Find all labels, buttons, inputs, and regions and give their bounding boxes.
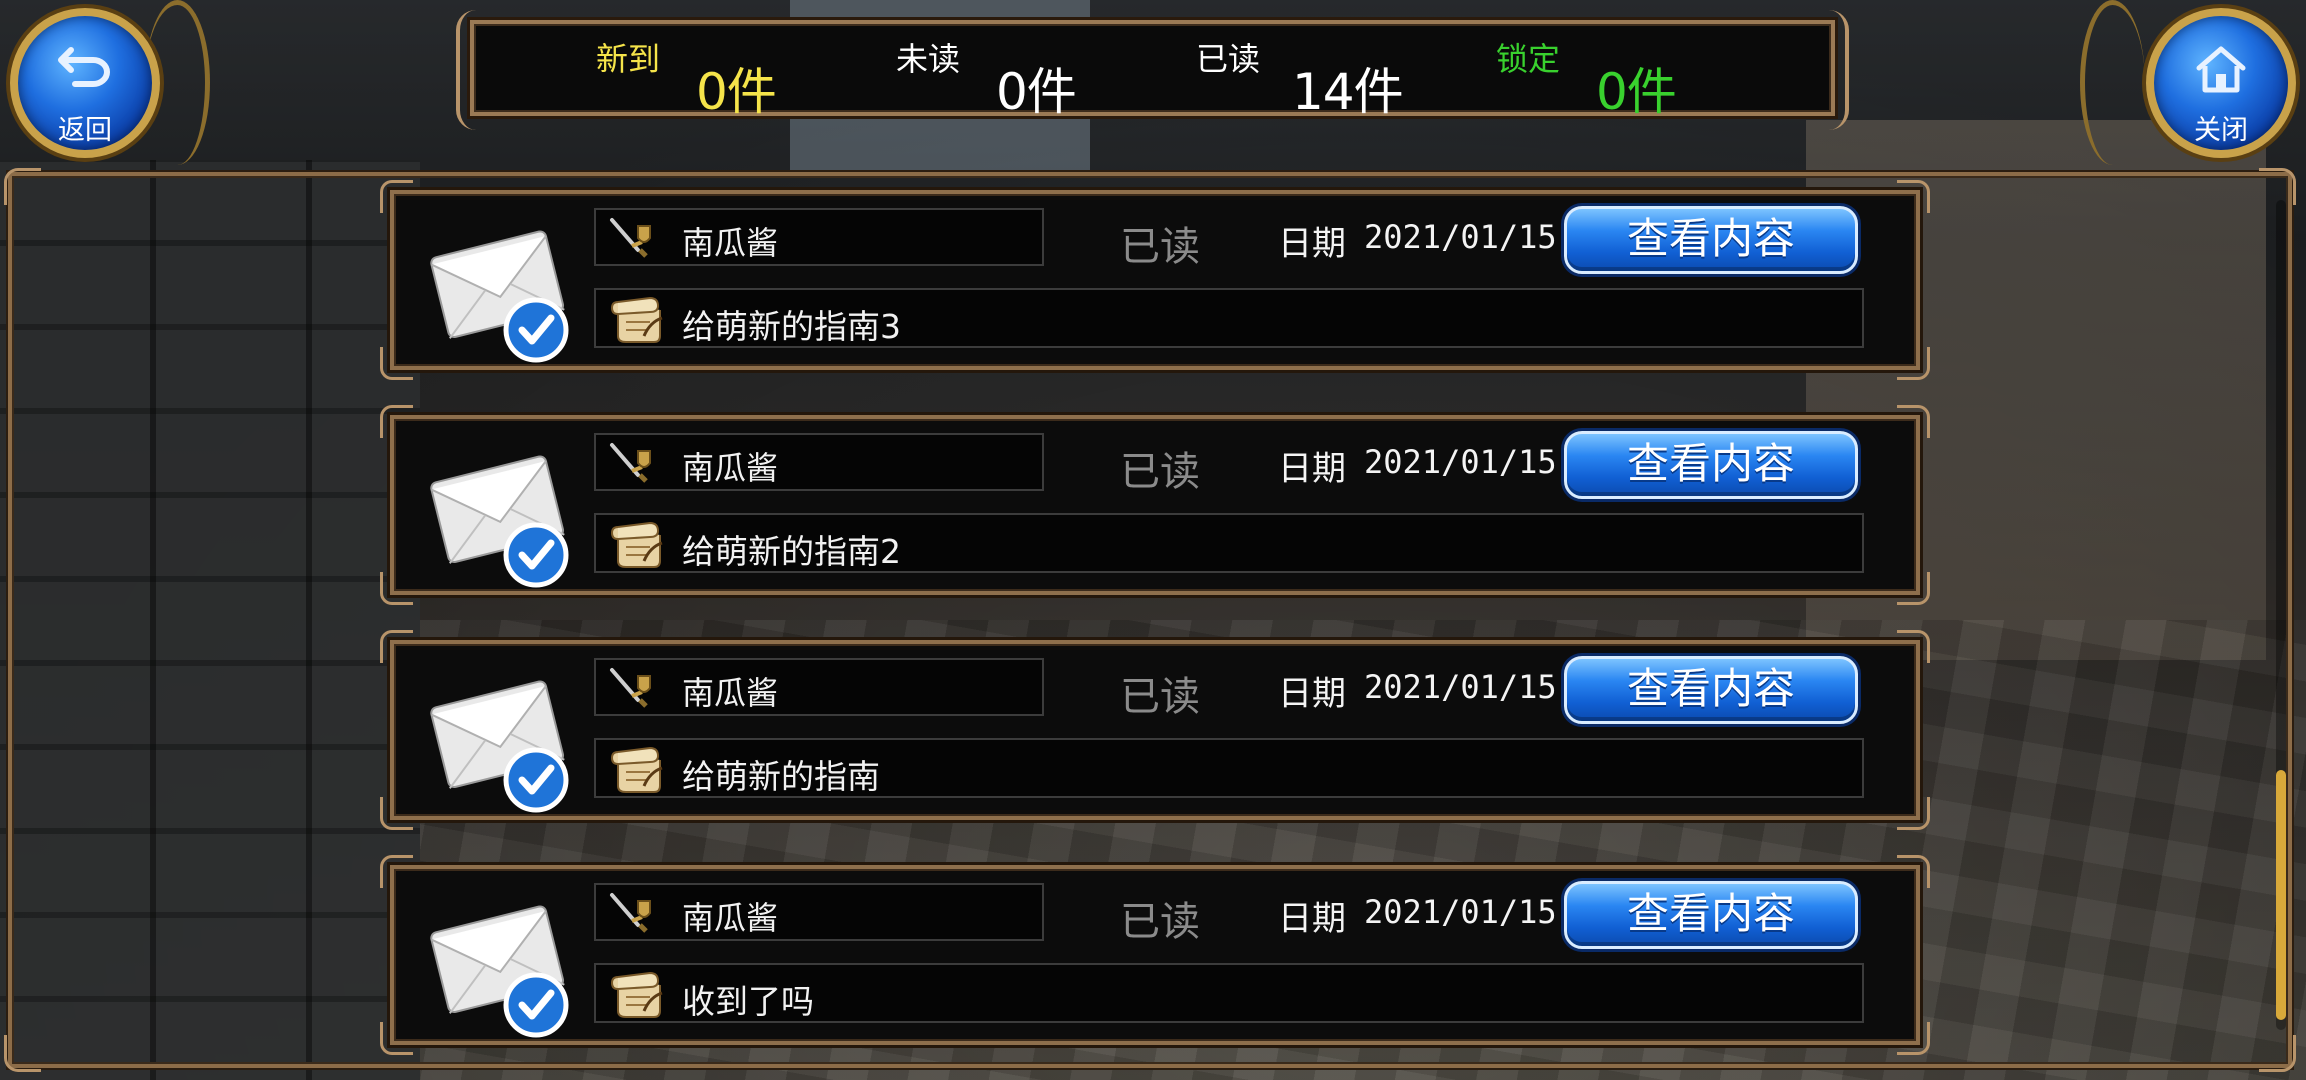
row-corner [1897, 855, 1930, 888]
sender-field: 南瓜酱 [594, 883, 1044, 941]
read-status: 已读 [1120, 224, 1200, 270]
back-arrow-icon [18, 44, 152, 97]
sword-shield-icon [608, 891, 654, 935]
mail-item[interactable]: 南瓜酱 已读 日期 2021/01/15 查看内容 给萌新的指南3 [380, 180, 1930, 380]
row-corner [380, 855, 413, 888]
mail-subject: 给萌新的指南 [682, 757, 880, 796]
mail-item[interactable]: 南瓜酱 已读 日期 2021/01/15 查看内容 收到了吗 [380, 855, 1930, 1055]
row-corner [1897, 797, 1930, 830]
view-content-button[interactable]: 查看内容 [1564, 656, 1858, 724]
scroll-icon [604, 292, 664, 346]
scroll-icon [604, 517, 664, 571]
sword-shield-icon [608, 441, 654, 485]
read-envelope-icon [424, 439, 574, 589]
row-corner [1897, 1022, 1930, 1055]
row-corner [1897, 347, 1930, 380]
sender-field: 南瓜酱 [594, 208, 1044, 266]
back-button-label: 返回 [58, 115, 112, 146]
frame-corner [4, 1035, 41, 1072]
stat-new-label: 新到 [596, 40, 661, 78]
read-status: 已读 [1120, 449, 1200, 495]
subject-field: 给萌新的指南 [594, 738, 1864, 798]
sender-field: 南瓜酱 [594, 658, 1044, 716]
read-envelope-icon [424, 889, 574, 1039]
mail-date: 2021/01/15 [1364, 893, 1557, 931]
stat-locked-label: 锁定 [1496, 40, 1561, 78]
row-corner [1897, 180, 1930, 213]
row-corner [380, 1022, 413, 1055]
read-status: 已读 [1120, 899, 1200, 945]
close-button-label: 关闭 [2194, 115, 2248, 146]
scroll-icon [604, 967, 664, 1021]
read-status: 已读 [1120, 674, 1200, 720]
stats-bar-ornament [456, 10, 500, 130]
scroll-icon [604, 742, 664, 796]
row-corner [380, 630, 413, 663]
subject-field: 收到了吗 [594, 963, 1864, 1023]
mail-stats-bar: 新到 0件 未读 0件 已读 14件 锁定 0件 [456, 10, 1849, 130]
subject-field: 给萌新的指南3 [594, 288, 1864, 348]
stat-locked-value: 0件 [1596, 63, 1677, 121]
sword-shield-icon [608, 666, 654, 710]
view-content-button[interactable]: 查看内容 [1564, 431, 1858, 499]
sender-field: 南瓜酱 [594, 433, 1044, 491]
mail-item[interactable]: 南瓜酱 已读 日期 2021/01/15 查看内容 给萌新的指南2 [380, 405, 1930, 605]
date-label: 日期 [1278, 899, 1346, 939]
stat-unread-value: 0件 [996, 63, 1077, 121]
mail-subject: 收到了吗 [682, 982, 814, 1021]
sender-name: 南瓜酱 [682, 449, 779, 487]
row-corner [380, 572, 413, 605]
stats-bar-ornament [1805, 10, 1849, 130]
sender-name: 南瓜酱 [682, 224, 779, 262]
stat-read-value: 14件 [1292, 63, 1404, 121]
mail-subject: 给萌新的指南2 [682, 532, 901, 571]
home-icon [2154, 44, 2288, 103]
row-corner [1897, 405, 1930, 438]
sender-name: 南瓜酱 [682, 674, 779, 712]
close-button[interactable]: 关闭 [2146, 8, 2296, 158]
sword-shield-icon [608, 216, 654, 260]
stat-new-value: 0件 [696, 63, 777, 121]
read-envelope-icon [424, 664, 574, 814]
mail-item[interactable]: 南瓜酱 已读 日期 2021/01/15 查看内容 给萌新的指南 [380, 630, 1930, 830]
read-envelope-icon [424, 214, 574, 364]
mail-date: 2021/01/15 [1364, 443, 1557, 481]
row-corner [380, 405, 413, 438]
view-content-button[interactable]: 查看内容 [1564, 881, 1858, 949]
mail-date: 2021/01/15 [1364, 668, 1557, 706]
frame-corner [2259, 168, 2296, 205]
scrollbar-thumb[interactable] [2276, 770, 2286, 1020]
view-content-button[interactable]: 查看内容 [1564, 206, 1858, 274]
date-label: 日期 [1278, 224, 1346, 264]
stat-unread-label: 未读 [896, 40, 961, 78]
date-label: 日期 [1278, 449, 1346, 489]
row-corner [380, 797, 413, 830]
back-button[interactable]: 返回 [10, 8, 160, 158]
mail-subject: 给萌新的指南3 [682, 307, 901, 346]
frame-corner [4, 168, 41, 205]
mail-list-scrollbar[interactable] [2276, 200, 2286, 1030]
close-button-ornament [2080, 0, 2145, 165]
stat-read-label: 已读 [1196, 40, 1261, 78]
row-corner [380, 347, 413, 380]
row-corner [380, 180, 413, 213]
row-corner [1897, 630, 1930, 663]
date-label: 日期 [1278, 674, 1346, 714]
row-corner [1897, 572, 1930, 605]
sender-name: 南瓜酱 [682, 899, 779, 937]
frame-corner [2259, 1035, 2296, 1072]
subject-field: 给萌新的指南2 [594, 513, 1864, 573]
mail-date: 2021/01/15 [1364, 218, 1557, 256]
